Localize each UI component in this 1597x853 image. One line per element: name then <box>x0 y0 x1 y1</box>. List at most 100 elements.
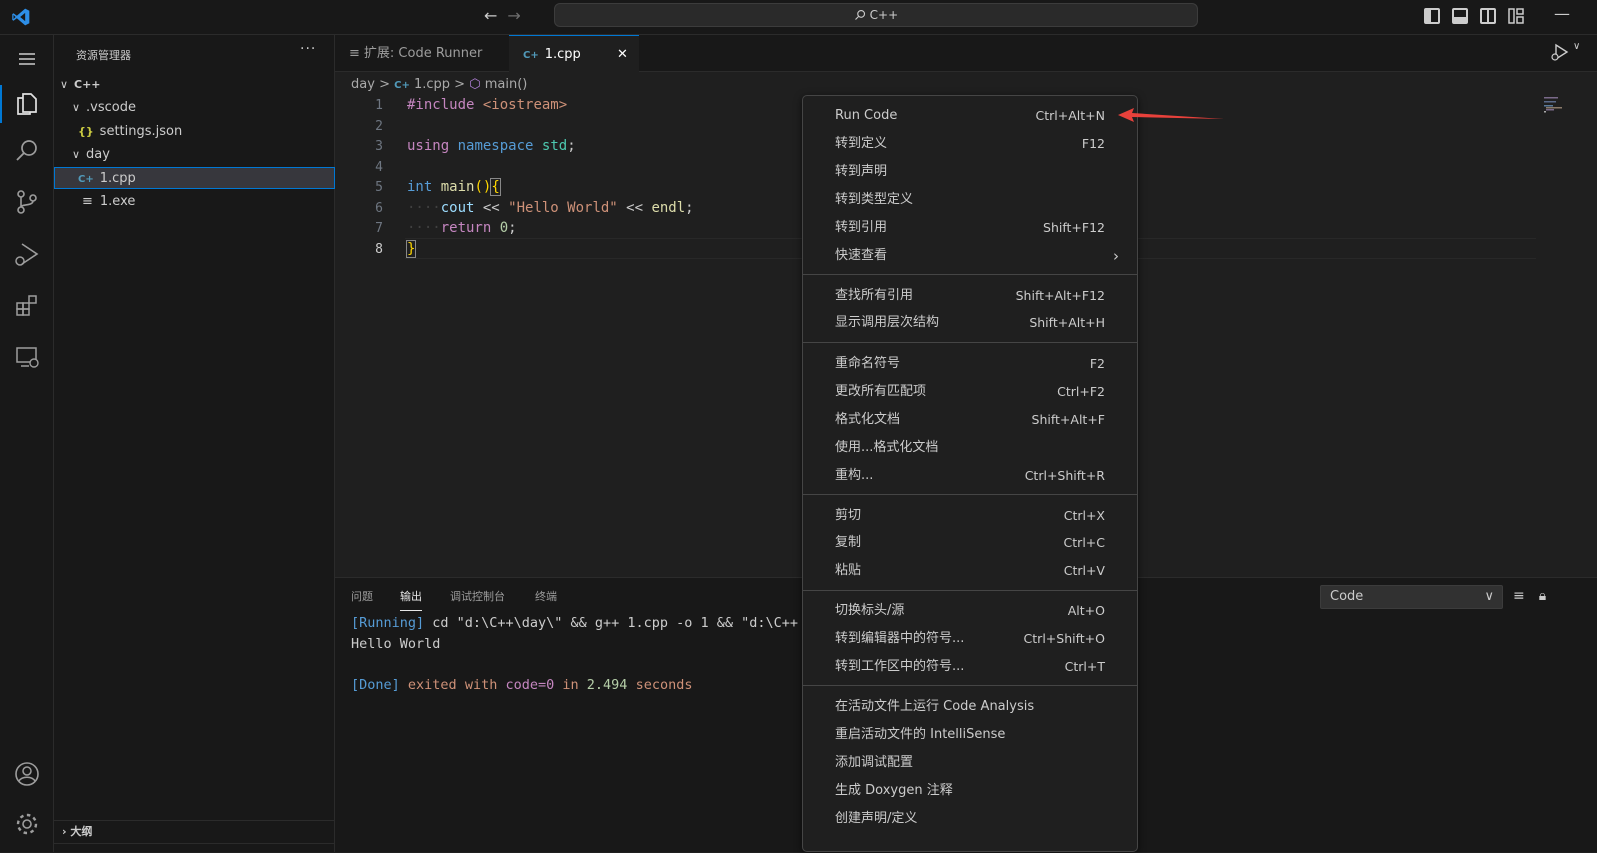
tree-file-settings-json[interactable]: {} settings.json <box>54 121 335 143</box>
run-code-button[interactable]: ∨ <box>1550 41 1590 64</box>
json-file-icon: {} <box>78 125 94 138</box>
menu-icon[interactable] <box>13 45 41 73</box>
line-number: 5 <box>375 180 383 195</box>
forward-arrow-icon[interactable]: → <box>507 6 530 25</box>
menu-item-peek[interactable]: 快速查看 › <box>807 243 1133 269</box>
more-actions-icon[interactable]: ··· <box>300 41 316 57</box>
code-line-8: } <box>405 240 417 258</box>
remote-explorer-icon[interactable] <box>13 343 41 371</box>
search-icon[interactable] <box>13 137 41 165</box>
tab-debug-console[interactable]: 调试控制台 <box>450 588 505 604</box>
chevron-down-icon[interactable]: ∨ <box>1573 41 1580 52</box>
chevron-right-icon: › <box>62 825 67 838</box>
tree-file-1-cpp[interactable]: C+ 1.cpp <box>54 167 335 189</box>
lock-icon[interactable]: 🔒︎ <box>1539 588 1560 604</box>
toggle-panel-icon[interactable] <box>1452 8 1468 24</box>
menu-item-go-to-symbol-in-workspace[interactable]: 转到工作区中的符号... Ctrl+T <box>807 654 1133 680</box>
explorer-icon[interactable] <box>13 90 41 118</box>
run-debug-play-icon <box>1551 43 1569 61</box>
settings-gear-icon[interactable] <box>13 810 41 838</box>
tab-output[interactable]: 输出 <box>400 588 422 611</box>
tab-label: 1.cpp <box>544 47 581 62</box>
layout-controls <box>1424 8 1524 24</box>
menu-item-run-code-analysis[interactable]: 在活动文件上运行 Code Analysis <box>807 694 1133 720</box>
menu-item-format-document[interactable]: 格式化文档 Shift+Alt+F <box>807 407 1133 433</box>
run-and-debug-icon[interactable] <box>13 240 41 268</box>
panel-actions: ≡🔒︎ <box>1513 588 1560 604</box>
preview-icon: ≡ <box>349 46 360 61</box>
menu-item-generate-doxygen-comment[interactable]: 生成 Doxygen 注释 <box>807 778 1133 804</box>
editor-context-menu: Run Code Ctrl+Alt+N 转到定义 F12 转到声明 转到类型定义 转… <box>802 95 1138 852</box>
tree-folder-day[interactable]: ∨ day <box>54 144 335 166</box>
minimap[interactable] <box>1544 96 1564 114</box>
tree-folder-cpp[interactable]: ∨ C++ <box>54 74 335 96</box>
menu-separator <box>803 342 1137 343</box>
menu-item-go-to-definition[interactable]: 转到定义 F12 <box>807 131 1133 157</box>
tab-1-cpp[interactable]: C+ 1.cpp ✕ <box>509 35 639 72</box>
active-indicator <box>0 85 2 123</box>
tree-item-label: 1.cpp <box>99 171 136 186</box>
tree-item-label: settings.json <box>99 124 183 139</box>
menu-item-show-call-hierarchy[interactable]: 显示调用层次结构 Shift+Alt+H <box>807 310 1133 336</box>
breadcrumb-symbol[interactable]: main() <box>485 77 528 92</box>
menu-item-create-declaration-definition[interactable]: 创建声明/定义 <box>807 806 1133 832</box>
outline-section-header[interactable]: › 大纲 <box>54 820 335 842</box>
menu-item-go-to-declaration[interactable]: 转到声明 <box>807 159 1133 185</box>
activity-bar <box>0 35 54 852</box>
source-control-icon[interactable] <box>13 188 41 216</box>
breadcrumb-folder[interactable]: day <box>351 77 375 92</box>
back-arrow-icon[interactable]: ← <box>484 6 507 25</box>
tab-code-runner[interactable]: ≡ 扩展: Code Runner <box>335 35 507 72</box>
menu-item-run-code[interactable]: Run Code Ctrl+Alt+N <box>807 103 1133 129</box>
line-number: 2 <box>375 119 383 134</box>
output-channel-select[interactable]: Code ∨ <box>1320 585 1503 609</box>
toggle-primary-sidebar-icon[interactable] <box>1424 8 1440 24</box>
code-line-5: int main(){ <box>407 178 501 196</box>
command-center-search[interactable]: C++ <box>554 3 1198 27</box>
cpp-file-icon: C+ <box>78 174 94 185</box>
menu-item-refactor[interactable]: 重构... Ctrl+Shift+R <box>807 463 1133 489</box>
chevron-down-icon: ∨ <box>72 101 81 114</box>
tree-item-label: .vscode <box>86 100 136 115</box>
menu-item-go-to-symbol-in-editor[interactable]: 转到编辑器中的符号... Ctrl+Shift+O <box>807 626 1133 652</box>
menu-item-go-to-references[interactable]: 转到引用 Shift+F12 <box>807 215 1133 241</box>
close-icon[interactable]: ✕ <box>617 36 628 73</box>
explorer-sidebar: 资源管理器 ··· ∨ C++ ∨ .vscode {} settings.json … <box>54 35 335 852</box>
menu-separator <box>803 590 1137 591</box>
output-channel-value: Code <box>1330 589 1364 604</box>
tree-file-1-exe[interactable]: ≡ 1.exe <box>54 191 335 213</box>
extensions-icon[interactable] <box>13 291 41 319</box>
menu-item-copy[interactable]: 复制 Ctrl+C <box>807 530 1133 556</box>
menu-item-restart-intellisense[interactable]: 重启活动文件的 IntelliSense <box>807 722 1133 748</box>
menu-item-go-to-type-definition[interactable]: 转到类型定义 <box>807 187 1133 213</box>
chevron-down-icon: ∨ <box>1484 589 1494 604</box>
menu-item-cut[interactable]: 剪切 Ctrl+X <box>807 503 1133 529</box>
customize-layout-icon[interactable] <box>1508 8 1524 24</box>
list-filter-icon[interactable]: ≡ <box>1513 588 1539 604</box>
tab-terminal[interactable]: 终端 <box>535 588 557 604</box>
line-number: 8 <box>375 242 383 257</box>
tab-problems[interactable]: 问题 <box>351 588 373 604</box>
annotation-arrow-icon <box>1118 108 1224 122</box>
menu-item-change-all-occurrences[interactable]: 更改所有匹配项 Ctrl+F2 <box>807 379 1133 405</box>
line-number: 1 <box>375 98 383 113</box>
menu-item-add-debug-configuration[interactable]: 添加调试配置 <box>807 750 1133 776</box>
breadcrumb-file[interactable]: 1.cpp <box>414 77 450 92</box>
account-icon[interactable] <box>13 760 41 788</box>
menu-separator <box>803 274 1137 275</box>
menu-item-rename-symbol[interactable]: 重命名符号 F2 <box>807 351 1133 377</box>
menu-item-paste[interactable]: 粘贴 Ctrl+V <box>807 558 1133 584</box>
minimize-button[interactable]: — <box>1554 4 1570 23</box>
menu-item-format-document-with[interactable]: 使用...格式化文档 <box>807 435 1133 461</box>
line-number: 4 <box>375 160 383 175</box>
line-number: 6 <box>375 201 383 216</box>
toggle-secondary-sidebar-icon[interactable] <box>1480 8 1496 24</box>
code-line-6: ····cout << "Hello World" << endl; <box>407 200 694 216</box>
menu-separator <box>803 494 1137 495</box>
menu-item-switch-header-source[interactable]: 切换标头/源 Alt+O <box>807 598 1133 624</box>
vscode-logo-icon <box>12 8 30 26</box>
menu-item-find-all-references[interactable]: 查找所有引用 Shift+Alt+F12 <box>807 283 1133 309</box>
tree-folder-vscode[interactable]: ∨ .vscode <box>54 97 335 119</box>
cpp-file-icon: C+ <box>523 50 539 61</box>
search-icon <box>854 9 865 20</box>
